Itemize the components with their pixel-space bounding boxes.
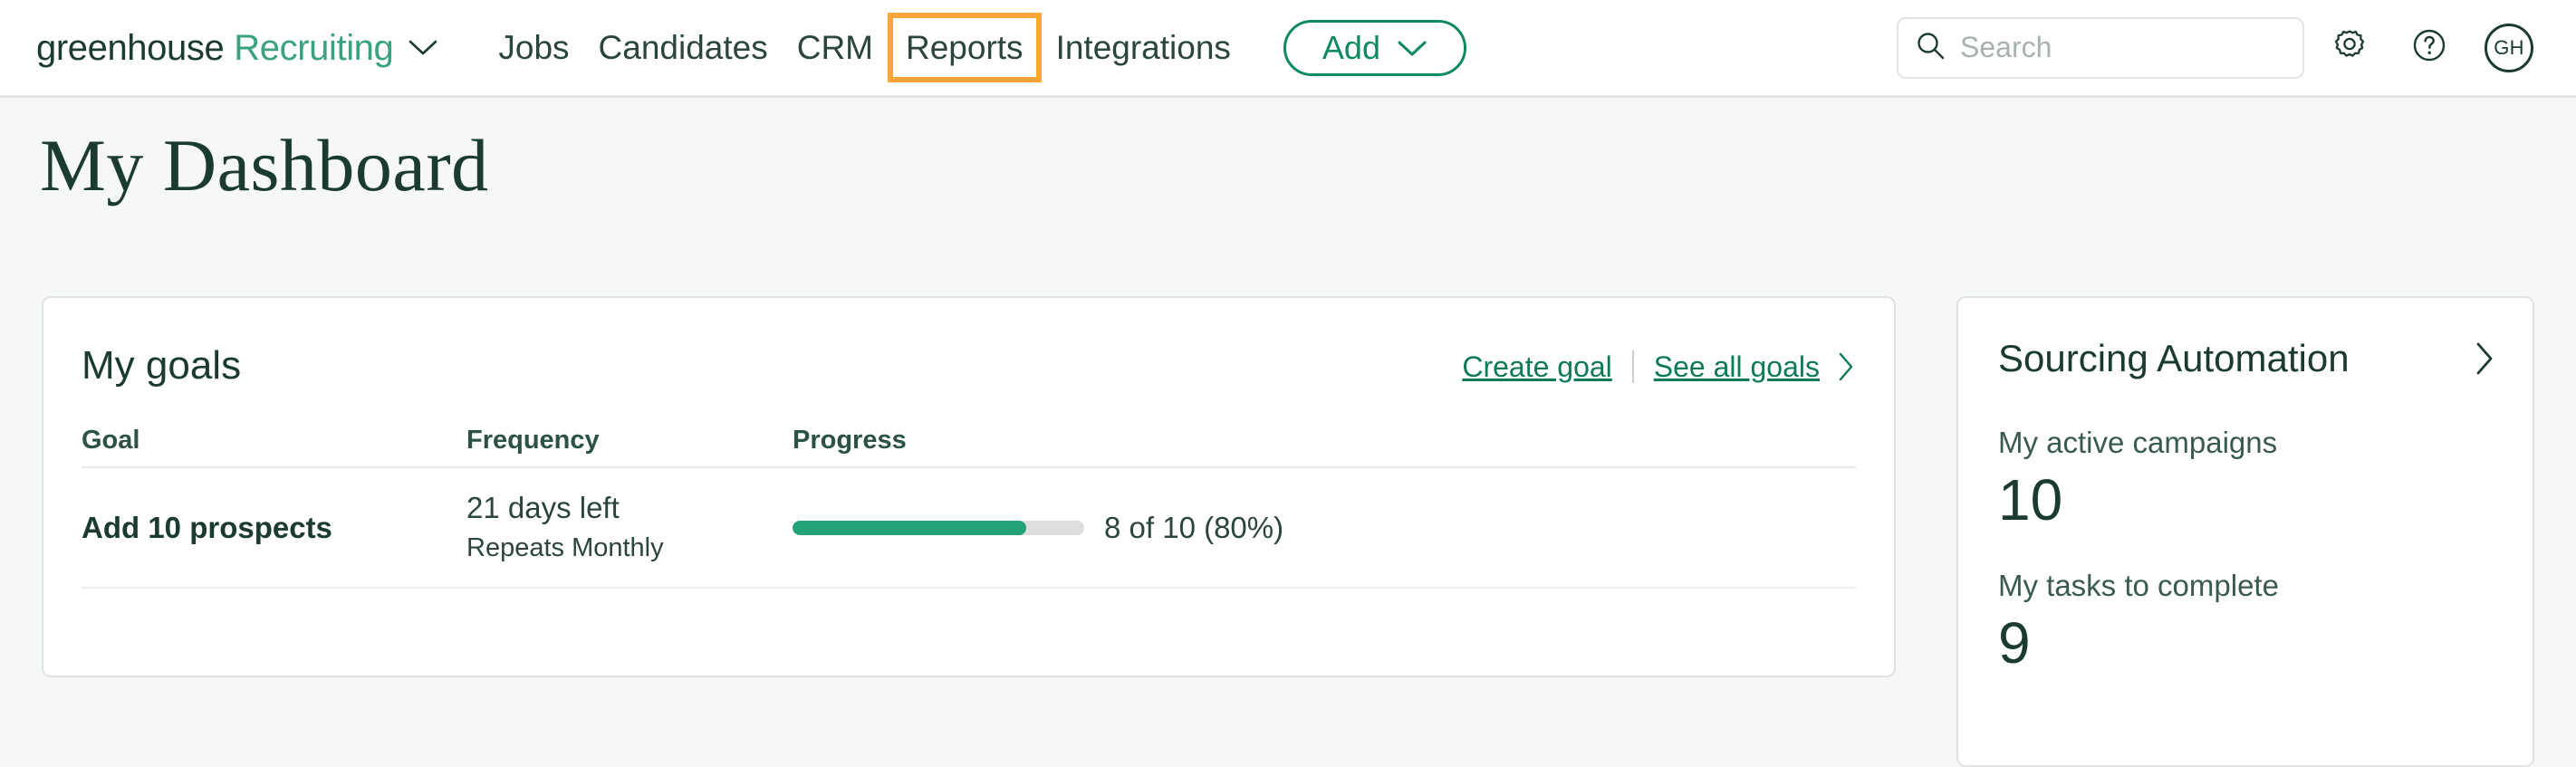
column-header-progress: Progress <box>793 426 907 455</box>
top-navigation-bar: greenhouse Recruiting Jobs Candidates CR… <box>0 0 2576 98</box>
progress-bar-track <box>793 520 1084 535</box>
goal-frequency-days-left: 21 days left <box>466 491 620 525</box>
settings-button[interactable] <box>2315 14 2384 82</box>
search-icon <box>1915 30 1946 65</box>
brand-logo-menu[interactable]: greenhouse Recruiting <box>36 30 438 66</box>
link-divider <box>1631 350 1634 383</box>
sourcing-automation-card[interactable]: Sourcing Automation My active campaigns … <box>1956 296 2534 767</box>
brand-name-greenhouse: greenhouse <box>36 27 225 68</box>
chevron-down-icon <box>1397 32 1427 64</box>
column-header-frequency: Frequency <box>466 426 600 455</box>
goals-table: Goal Frequency Progress Add 10 prospects… <box>82 417 1856 589</box>
chevron-down-icon[interactable] <box>408 38 438 58</box>
my-goals-card: My goals Create goal See all goals Goal … <box>42 296 1896 677</box>
add-button-label: Add <box>1322 28 1380 66</box>
brand-product-recruiting: Recruiting <box>234 27 394 68</box>
goal-name: Add 10 prospects <box>82 511 332 544</box>
gear-icon <box>2329 24 2370 71</box>
stat-value: 10 <box>1998 467 2063 532</box>
nav-item-integrations[interactable]: Integrations <box>1042 31 1245 64</box>
stat-label: My tasks to complete <box>1998 569 2279 603</box>
chevron-right-icon[interactable] <box>2473 340 2496 377</box>
nav-right-cluster: GH <box>1897 0 2543 95</box>
search-box[interactable] <box>1897 16 2304 79</box>
see-all-goals-link[interactable]: See all goals <box>1654 352 1820 381</box>
goal-frequency-repeat: Repeats Monthly <box>466 533 664 563</box>
chevron-right-icon[interactable] <box>1836 351 1856 382</box>
progress-bar-fill <box>793 520 1026 535</box>
my-goals-title: My goals <box>82 343 242 388</box>
nav-item-crm[interactable]: CRM <box>783 31 888 64</box>
create-goal-link[interactable]: Create goal <box>1462 352 1611 381</box>
sourcing-automation-header: Sourcing Automation <box>1958 298 2533 378</box>
search-input[interactable] <box>1960 31 2286 64</box>
nav-item-reports[interactable]: Reports <box>888 13 1042 82</box>
progress-label: 8 of 10 (80%) <box>1104 511 1284 544</box>
goals-table-header-row: Goal Frequency Progress <box>82 417 1856 468</box>
table-row[interactable]: Add 10 prospects 21 days left Repeats Mo… <box>82 468 1856 589</box>
help-button[interactable] <box>2395 14 2464 82</box>
column-header-goal: Goal <box>82 426 140 455</box>
my-goals-actions: Create goal See all goals <box>1462 321 1856 383</box>
my-goals-card-header: My goals Create goal See all goals <box>43 298 1894 407</box>
primary-nav: Jobs Candidates CRM Reports Integrations <box>484 13 1245 82</box>
stat-active-campaigns: My active campaigns 10 <box>1958 427 2533 531</box>
question-circle-icon <box>2408 24 2450 71</box>
avatar: GH <box>2485 23 2533 72</box>
nav-item-candidates[interactable]: Candidates <box>584 31 783 64</box>
sourcing-automation-title: Sourcing Automation <box>1998 337 2350 379</box>
goal-progress: 8 of 10 (80%) <box>793 513 1856 542</box>
stat-label: My active campaigns <box>1998 426 2278 459</box>
nav-item-jobs[interactable]: Jobs <box>484 31 583 64</box>
page-title: My Dashboard <box>40 124 489 206</box>
stat-tasks-to-complete: My tasks to complete 9 <box>1958 570 2533 674</box>
user-avatar-button[interactable]: GH <box>2475 14 2543 82</box>
add-button[interactable]: Add <box>1283 19 1466 76</box>
stat-value: 9 <box>1998 610 2031 676</box>
